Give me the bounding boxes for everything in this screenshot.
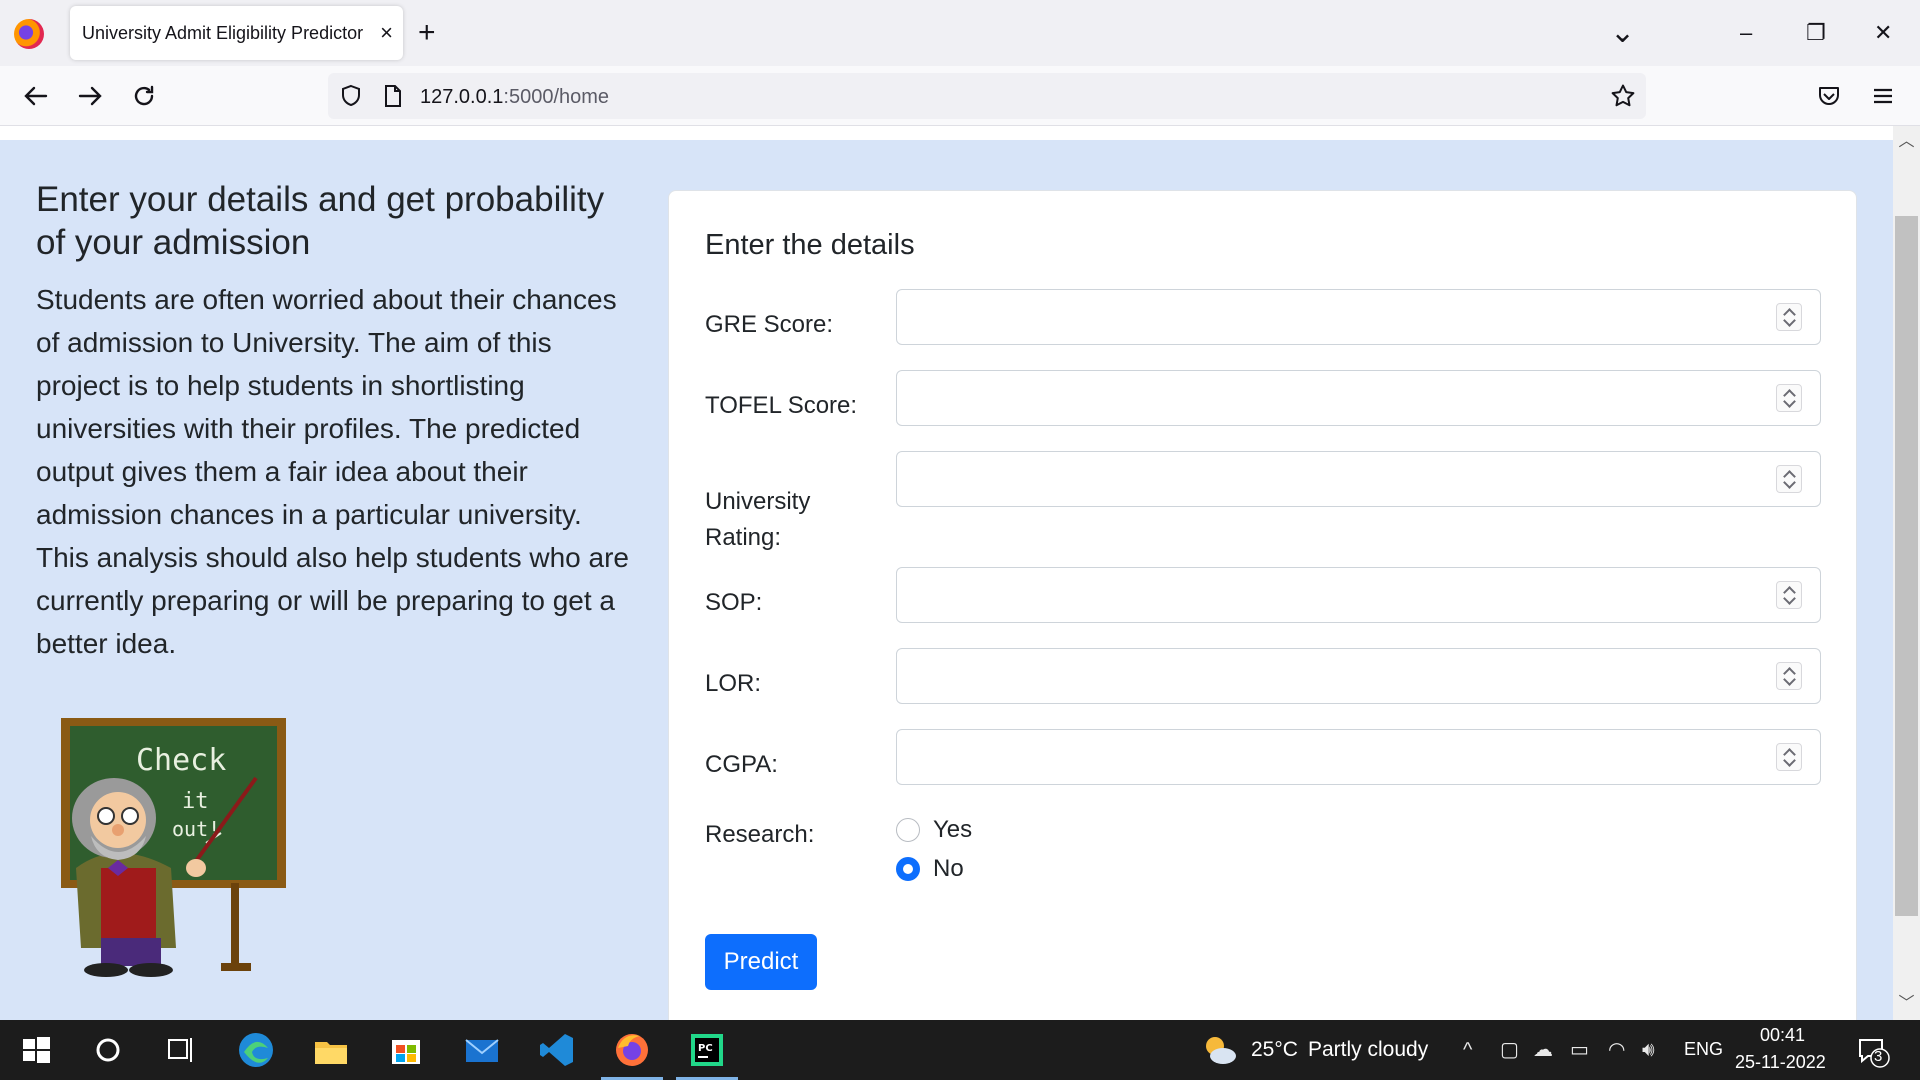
tofel-score-spinner[interactable] [1776, 384, 1802, 412]
tab-list-icon[interactable]: ⌄ [1610, 16, 1635, 50]
page-heading: Enter your details and get probability o… [36, 180, 605, 262]
tab-bar: University Admit Eligibility Predictor ×… [0, 0, 1920, 66]
sop-spinner[interactable] [1776, 581, 1802, 609]
research-no-label[interactable]: No [933, 854, 964, 884]
clock-time[interactable]: 00:41 [1760, 1025, 1805, 1046]
predict-button[interactable]: Predict [705, 934, 817, 990]
pocket-icon[interactable] [1816, 83, 1842, 114]
volume-icon[interactable]: 🔊︎ [1642, 1038, 1655, 1062]
search-icon[interactable] [88, 1030, 128, 1070]
research-no-radio[interactable] [896, 857, 920, 881]
new-tab-button[interactable]: + [418, 14, 436, 52]
task-view-icon[interactable] [160, 1030, 200, 1070]
close-window-button[interactable]: ✕ [1874, 16, 1892, 50]
university-rating-input[interactable] [896, 451, 1821, 507]
cgpa-spinner[interactable] [1776, 743, 1802, 771]
taskbar: PC 25°C Partly cloudy ^ ▢ ☁ ▭ ◠ 🔊︎ ENG 0… [0, 1020, 1920, 1080]
microsoft-store-icon[interactable] [386, 1030, 426, 1070]
lor-input[interactable] [896, 648, 1821, 704]
research-label: Research: [705, 821, 815, 848]
forward-icon[interactable] [72, 78, 108, 114]
back-icon[interactable] [18, 78, 54, 114]
pycharm-icon[interactable]: PC [687, 1030, 727, 1070]
intro-section: Enter your details and get probability o… [36, 178, 636, 665]
url-bar[interactable]: 127.0.0.1:5000/home [328, 73, 1646, 119]
onedrive-icon[interactable]: ☁ [1533, 1038, 1553, 1062]
details-form-card: Enter the details GRE Score: TOFEL Score… [668, 190, 1857, 1020]
toolbar-separator [0, 126, 1920, 140]
meet-now-icon[interactable]: ▢ [1500, 1038, 1519, 1062]
mail-icon[interactable] [462, 1030, 502, 1070]
battery-icon[interactable]: ▭ [1570, 1038, 1589, 1062]
scroll-down-icon[interactable]: ﹀ [1893, 992, 1920, 1016]
file-explorer-icon[interactable] [311, 1030, 351, 1070]
scroll-up-icon[interactable]: ︿ [1893, 130, 1920, 154]
weather-desc[interactable]: Partly cloudy [1308, 1038, 1428, 1062]
lor-label: LOR: [705, 670, 762, 697]
board-text-it: it [182, 789, 209, 814]
edge-icon[interactable] [236, 1030, 276, 1070]
restore-button[interactable]: ❐ [1806, 16, 1826, 50]
gre-score-input[interactable] [896, 289, 1821, 345]
menu-icon[interactable] [1870, 83, 1896, 114]
shield-icon[interactable] [338, 83, 364, 114]
url-text[interactable]: 127.0.0.1:5000/home [420, 86, 609, 109]
weather-temp[interactable]: 25°C [1251, 1038, 1298, 1062]
reload-icon[interactable] [126, 78, 162, 114]
tab-close-icon[interactable]: × [380, 18, 393, 48]
firefox-taskbar-icon[interactable] [612, 1030, 652, 1070]
weather-icon[interactable] [1201, 1032, 1239, 1068]
language-indicator[interactable]: ENG [1684, 1039, 1723, 1060]
page-content: Enter your details and get probability o… [0, 140, 1893, 1020]
nav-toolbar: 127.0.0.1:5000/home [0, 66, 1920, 126]
university-rating-spinner[interactable] [1776, 465, 1802, 493]
research-yes-label[interactable]: Yes [933, 815, 972, 845]
clock-date[interactable]: 25-11-2022 [1735, 1052, 1826, 1073]
board-text-check: Check [136, 743, 226, 778]
tofel-score-input[interactable] [896, 370, 1821, 426]
cgpa-label: CGPA: [705, 751, 778, 778]
page-description: Students are often worried about their c… [36, 284, 630, 659]
notification-icon[interactable] [1856, 1034, 1890, 1068]
sop-input[interactable] [896, 567, 1821, 623]
page-icon [382, 84, 404, 113]
bookmark-star-icon[interactable] [1610, 83, 1636, 114]
svg-text:PC: PC [698, 1043, 713, 1054]
form-title: Enter the details [705, 229, 915, 261]
university-rating-label: University Rating: [705, 488, 811, 551]
chevron-up-icon[interactable]: ^ [1463, 1038, 1472, 1062]
notification-count: 3 [1874, 1048, 1883, 1065]
gre-score-label: GRE Score: [705, 311, 834, 338]
teacher-illustration: Check it out! [61, 718, 286, 977]
tofel-score-label: TOFEL Score: [705, 392, 858, 419]
cgpa-input[interactable] [896, 729, 1821, 785]
tab-title: University Admit Eligibility Predictor [82, 23, 364, 43]
research-yes-radio[interactable] [896, 818, 920, 842]
page-scrollbar[interactable]: ︿ ﹀ [1893, 126, 1920, 1020]
sop-label: SOP: [705, 589, 763, 616]
firefox-icon[interactable] [14, 19, 44, 49]
gre-score-spinner[interactable] [1776, 303, 1802, 331]
tab-active[interactable]: University Admit Eligibility Predictor × [70, 6, 403, 60]
wifi-icon[interactable]: ◠ [1608, 1038, 1625, 1062]
lor-spinner[interactable] [1776, 662, 1802, 690]
minimize-button[interactable]: – [1740, 16, 1752, 50]
windows-start-icon[interactable] [16, 1030, 56, 1070]
vscode-icon[interactable] [537, 1030, 577, 1070]
scroll-thumb[interactable] [1895, 216, 1918, 916]
